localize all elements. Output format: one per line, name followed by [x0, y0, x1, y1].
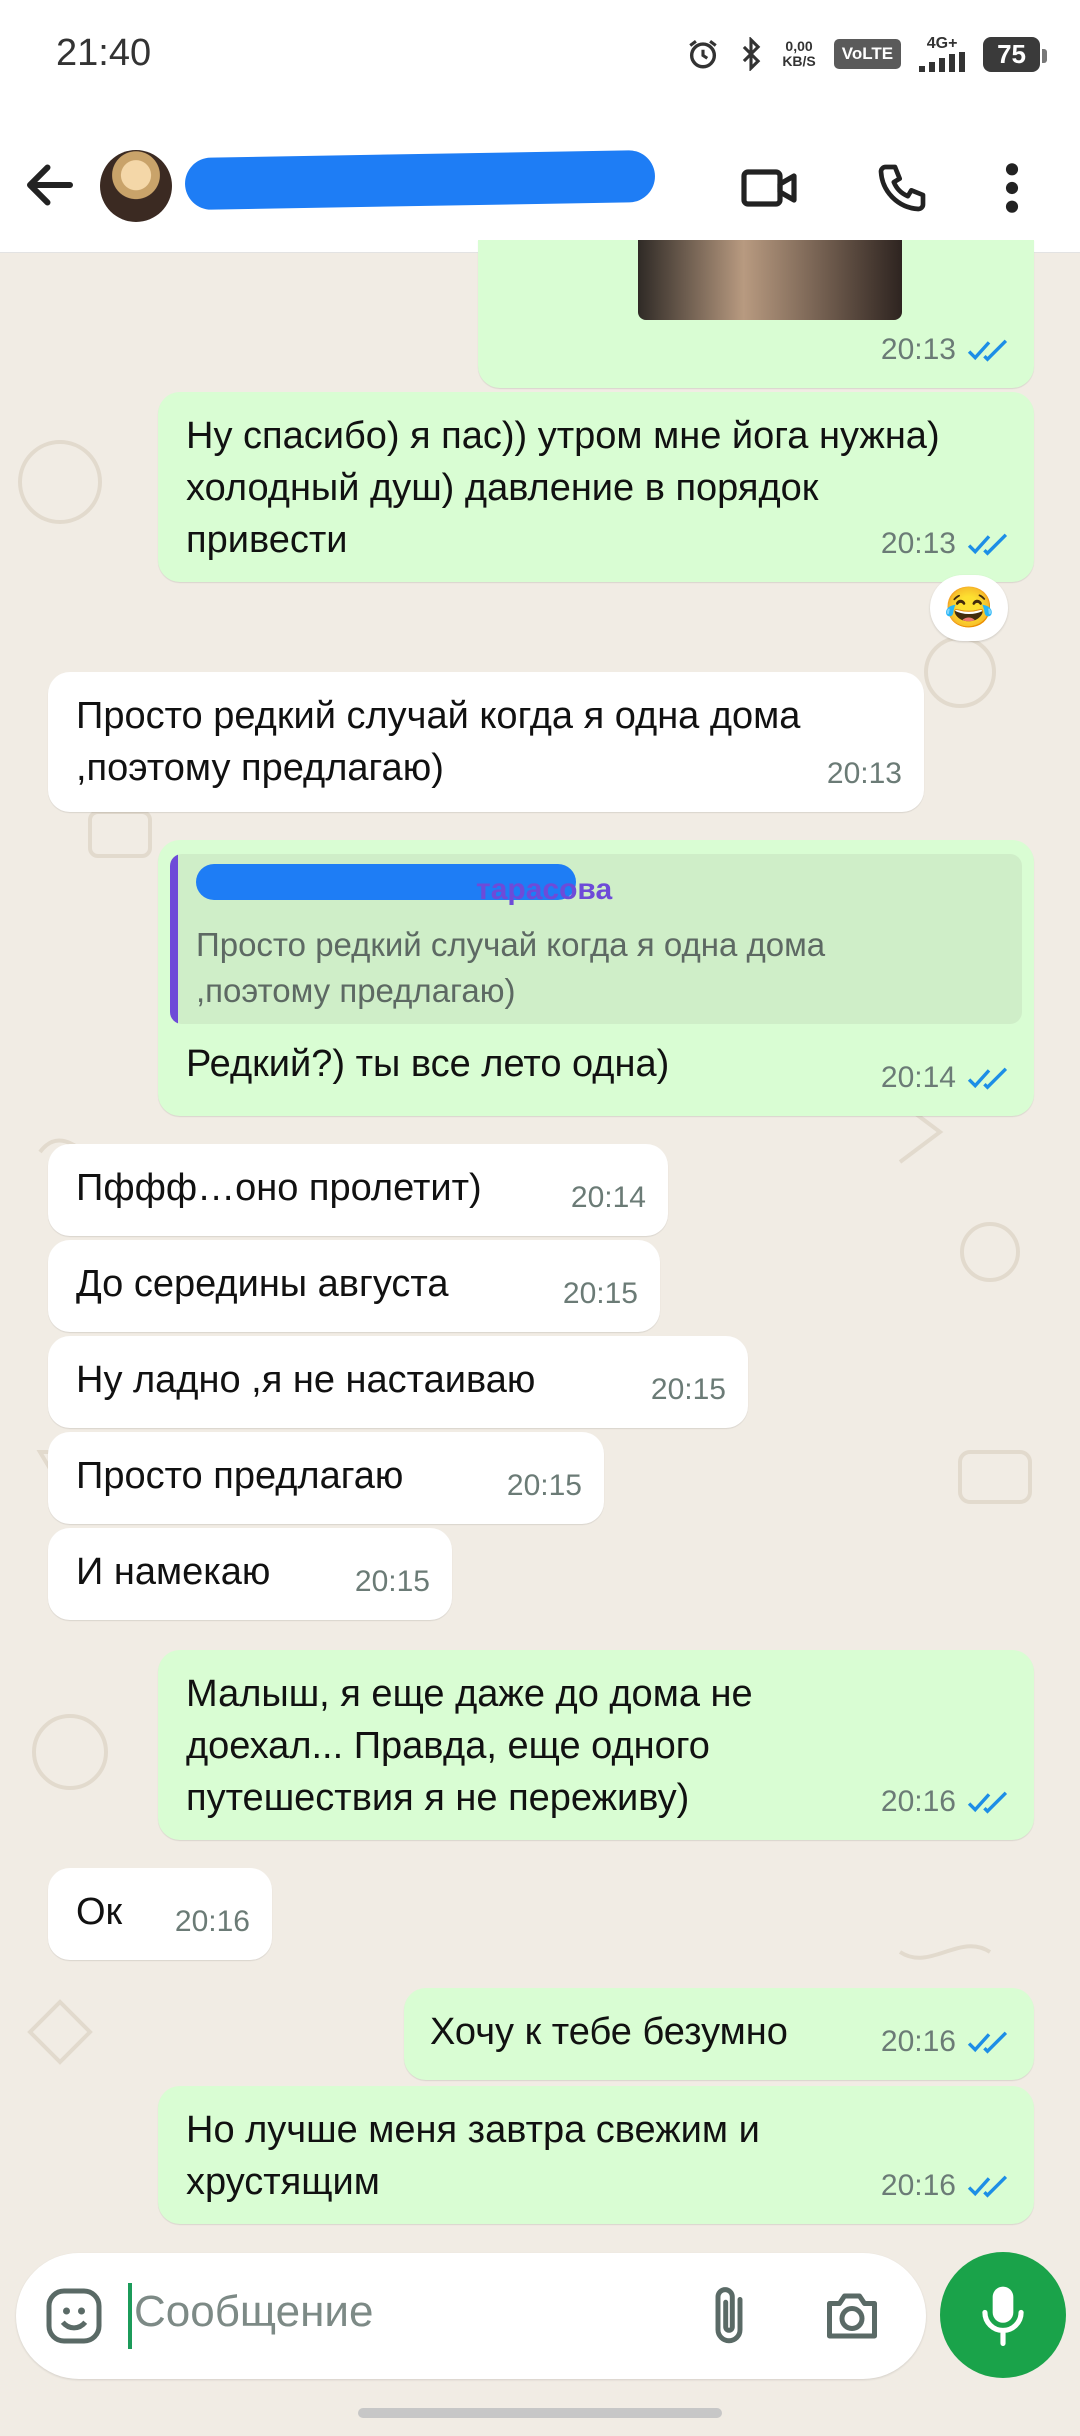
message-composer[interactable]: Сообщение — [16, 2253, 926, 2379]
read-ticks-icon — [967, 2175, 1008, 2198]
incoming-message[interactable]: Просто предлагаю 20:15 — [48, 1432, 604, 1524]
message-time: 20:16 — [880, 1785, 956, 1818]
message-time: 20:13 — [826, 757, 902, 790]
outgoing-message[interactable]: Ну спасибо) я пас)) утром мне йога нужна… — [158, 392, 1034, 582]
redaction-mark — [184, 149, 656, 211]
message-time: 20:14 — [880, 1061, 956, 1094]
incoming-message[interactable]: Ок 20:16 — [48, 1868, 272, 1960]
outgoing-message[interactable]: Малыш, я еще даже до дома не доехал... П… — [158, 1650, 1034, 1840]
message-text: Просто предлагаю — [76, 1455, 404, 1497]
back-arrow-icon[interactable] — [20, 155, 80, 215]
incoming-message[interactable]: До середины августа 20:15 — [48, 1240, 660, 1332]
attach-paperclip-icon[interactable] — [704, 2283, 754, 2349]
voice-record-button[interactable] — [940, 2252, 1066, 2378]
emoji-reaction[interactable]: 😂 — [930, 575, 1008, 641]
camera-icon[interactable] — [822, 2287, 882, 2345]
message-text: Пффф…оно пролетит) — [76, 1167, 482, 1209]
read-ticks-icon — [967, 339, 1008, 362]
message-text: Но лучше меня завтра свежим и хрустящим — [186, 2109, 760, 2203]
quote-text: Просто редкий случай когда я одна дома ,… — [196, 926, 826, 1009]
message-time: 20:15 — [650, 1373, 726, 1406]
incoming-message[interactable]: Ну ладно ,я не настаиваю 20:15 — [48, 1336, 748, 1428]
message-text: Хочу к тебе безумно — [430, 2011, 788, 2053]
message-text: До середины августа — [76, 1263, 449, 1305]
alarm-icon — [689, 40, 717, 69]
more-options-icon[interactable] — [992, 160, 1032, 216]
message-time: 20:16 — [880, 2169, 956, 2202]
message-text: Редкий?) ты все лето одна) — [186, 1043, 670, 1085]
network-speed: 0,00 KB/S — [782, 38, 816, 69]
battery-indicator: 75 — [983, 36, 1047, 72]
read-ticks-icon — [967, 533, 1008, 556]
volte-badge: VoLTE — [833, 39, 902, 69]
incoming-message[interactable]: Просто редкий случай когда я одна дома ,… — [48, 672, 924, 812]
read-ticks-icon — [967, 1791, 1008, 1814]
emoji-icon[interactable] — [44, 2286, 104, 2346]
gesture-nav-bar[interactable] — [358, 2408, 722, 2418]
video-call-icon[interactable] — [740, 160, 800, 216]
read-ticks-icon — [967, 1067, 1008, 1090]
message-time: 20:13 — [880, 333, 956, 366]
photo-message-bubble[interactable]: 20:13 — [478, 240, 1034, 388]
incoming-message[interactable]: Пффф…оно пролетит) 20:14 — [48, 1144, 668, 1236]
signal-icon — [919, 52, 966, 72]
message-time: 20:14 — [570, 1181, 646, 1214]
message-time: 20:15 — [354, 1565, 430, 1598]
message-time: 20:16 — [880, 2025, 956, 2058]
message-text: Ок — [76, 1891, 123, 1933]
message-text: Малыш, я еще даже до дома не доехал... П… — [186, 1673, 753, 1819]
status-time: 21:40 — [56, 32, 152, 74]
signal-indicator: 4G+ — [919, 36, 966, 72]
message-time: 20:13 — [880, 527, 956, 560]
message-input[interactable]: Сообщение — [134, 2287, 373, 2337]
photo-thumbnail[interactable] — [638, 240, 902, 320]
microphone-icon — [982, 2286, 1024, 2346]
incoming-message[interactable]: И намекаю 20:15 — [48, 1528, 452, 1620]
outgoing-message[interactable]: Хочу к тебе безумно 20:16 — [404, 1988, 1034, 2080]
status-bar: 21:40 0,00 KB/S VoLTE 4G+ 75 — [0, 0, 1080, 118]
message-text: Просто редкий случай когда я одна дома ,… — [76, 695, 801, 789]
message-text: Ну спасибо) я пас)) утром мне йога нужна… — [186, 415, 940, 561]
message-time: 20:15 — [506, 1469, 582, 1502]
outgoing-message[interactable]: Но лучше меня завтра свежим и хрустящим … — [158, 2086, 1034, 2224]
text-caret — [128, 2283, 132, 2349]
bluetooth-icon — [743, 37, 761, 71]
contact-avatar[interactable] — [100, 150, 172, 222]
message-text: Ну ладно ,я не настаиваю — [76, 1359, 536, 1401]
voice-call-icon[interactable] — [872, 160, 932, 216]
message-time: 20:15 — [562, 1277, 638, 1310]
message-text: И намекаю — [76, 1551, 271, 1593]
quoted-message[interactable]: тарасова Просто редкий случай когда я од… — [170, 854, 1022, 1024]
message-time: 20:16 — [174, 1905, 250, 1938]
chat-header: Т — [0, 118, 1080, 253]
read-ticks-icon — [967, 2031, 1008, 2054]
outgoing-reply-message[interactable]: тарасова Просто редкий случай когда я од… — [158, 840, 1034, 1116]
